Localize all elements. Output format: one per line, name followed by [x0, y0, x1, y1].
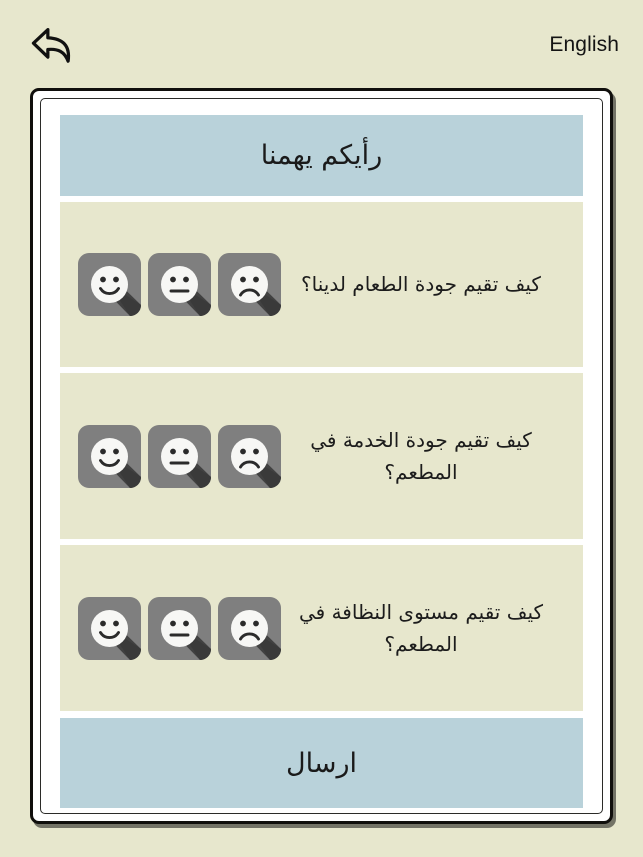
back-button[interactable]	[24, 19, 80, 69]
sad-face-option[interactable]	[218, 424, 281, 488]
happy-face-option[interactable]	[78, 596, 141, 660]
sad-face-option[interactable]	[218, 253, 281, 316]
neutral-face-option[interactable]	[148, 253, 211, 316]
survey-card: رأيكم يهمنا كيف تقيم جودة الطعام لدينا؟	[30, 88, 613, 824]
neutral-face-option[interactable]	[148, 424, 211, 488]
language-toggle-button[interactable]: English	[547, 30, 621, 59]
submit-button[interactable]: ارسال	[60, 718, 583, 808]
question-row: كيف تقيم مستوى النظافة في المطعم؟	[60, 545, 583, 711]
question-row: كيف تقيم جودة الطعام لدينا؟	[60, 202, 583, 367]
sad-face-option[interactable]	[218, 596, 281, 660]
question-text: كيف تقيم مستوى النظافة في المطعم؟	[299, 599, 543, 656]
rating-options	[78, 596, 281, 660]
survey-card-inner: رأيكم يهمنا كيف تقيم جودة الطعام لدينا؟	[40, 98, 603, 814]
neutral-face-option[interactable]	[148, 596, 211, 660]
happy-face-option[interactable]	[78, 424, 141, 488]
back-arrow-icon	[24, 21, 78, 68]
rating-options	[78, 253, 281, 316]
question-text: كيف تقيم جودة الخدمة في المطعم؟	[310, 427, 532, 484]
happy-face-option[interactable]	[78, 253, 141, 316]
question-row: كيف تقيم جودة الخدمة في المطعم؟	[60, 373, 583, 539]
question-text: كيف تقيم جودة الطعام لدينا؟	[301, 272, 541, 297]
survey-title: رأيكم يهمنا	[60, 115, 583, 196]
top-bar: English	[0, 0, 643, 88]
rating-options	[78, 424, 281, 488]
